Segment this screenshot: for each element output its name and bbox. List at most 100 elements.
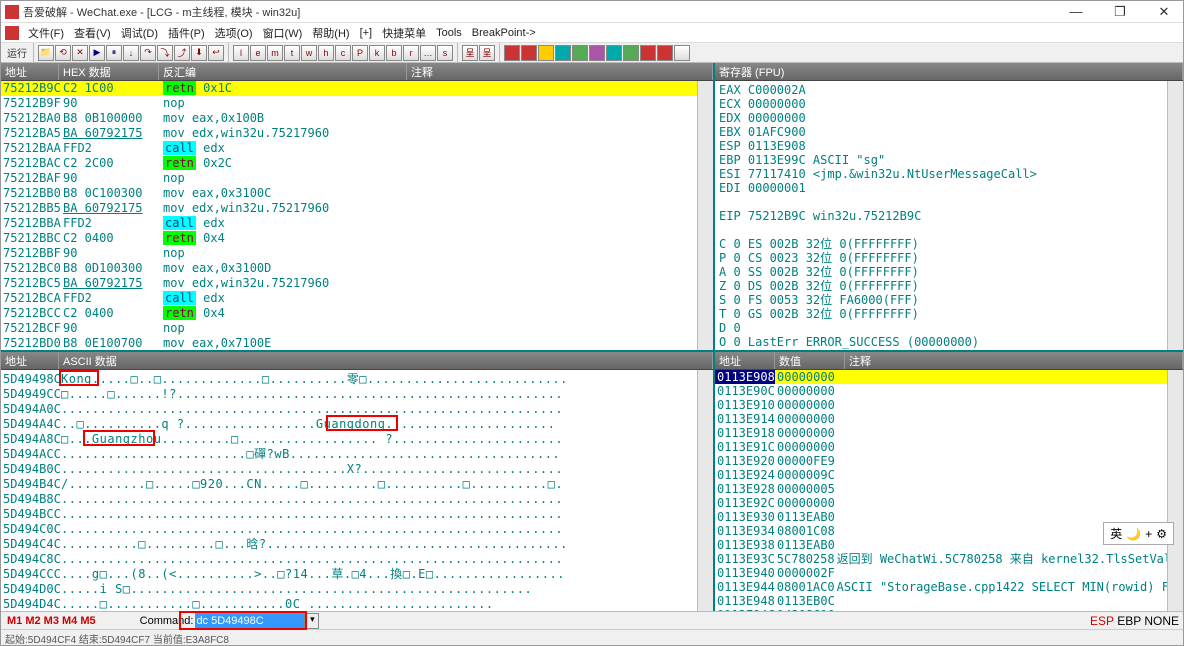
gear-icon[interactable]: ⚙ xyxy=(1156,527,1167,541)
maximize-button[interactable]: ❐ xyxy=(1105,4,1135,20)
menu-breakpoint[interactable]: BreakPoint-> xyxy=(467,27,541,39)
sb-m1-m5[interactable]: M1 M2 M3 M4 M5 xyxy=(5,615,98,627)
tool-trace2-icon[interactable]: ⤴ xyxy=(174,45,190,61)
tool-restart-icon[interactable]: ⟲ xyxy=(55,45,71,61)
dump-scrollbar[interactable] xyxy=(697,370,713,611)
stack-row[interactable]: 0113E90C00000000 xyxy=(715,384,1167,398)
clr-green2[interactable] xyxy=(623,45,639,61)
hdr-hex[interactable]: HEX 数据 xyxy=(59,63,159,80)
reg-scrollbar[interactable] xyxy=(1167,81,1183,350)
reg-line[interactable]: ESI 77117410 <jmp.&win32u.NtUserMessageC… xyxy=(719,167,1163,181)
cpu-row[interactable]: 75212BC5BA 60792175mov edx,win32u.752179… xyxy=(1,276,697,291)
cpu-row[interactable]: 75212BCF90nop xyxy=(1,321,697,336)
dump-row[interactable]: 5D494A0C................................… xyxy=(3,402,695,417)
cpu-row[interactable]: 75212BB0B8 0C100300mov eax,0x3100C xyxy=(1,186,697,201)
reg-line[interactable]: ESP 0113E908 xyxy=(719,139,1163,153)
stack-row[interactable]: 0113E94408001AC0ASCII "StorageBase.cpp14… xyxy=(715,580,1167,594)
dump-row[interactable]: 5D494A8C□...Guangzhou.........□.........… xyxy=(3,432,695,447)
menu-tools[interactable]: Tools xyxy=(431,27,467,39)
dump-row[interactable]: 5D494A4C..□..........q ?................… xyxy=(3,417,695,432)
stack-row[interactable]: 0113E91400000000 xyxy=(715,412,1167,426)
menu-window[interactable]: 窗口(W) xyxy=(258,25,308,41)
ime-float[interactable]: 英 🌙 + ⚙ xyxy=(1103,522,1174,545)
reg-line[interactable]: S 0 FS 0053 32位 FA6000(FFF) xyxy=(719,293,1163,307)
tool-open-icon[interactable]: 📁 xyxy=(38,45,54,61)
stack-row[interactable]: 0113E91000000000 xyxy=(715,398,1167,412)
cpu-row[interactable]: 75212BC0B8 0D100300mov eax,0x3100D xyxy=(1,261,697,276)
reg-line[interactable] xyxy=(719,195,1163,209)
register-pane[interactable]: 寄存器 (FPU) EAX C000002AECX 00000000EDX 00… xyxy=(715,63,1183,350)
moon-icon[interactable]: 🌙 xyxy=(1126,527,1141,541)
clr-red[interactable] xyxy=(504,45,520,61)
cpu-row[interactable]: 75212BA0B8 0B100000mov eax,0x100B xyxy=(1,111,697,126)
reg-line[interactable]: T 0 GS 002B 32位 0(FFFFFFFF) xyxy=(719,307,1163,321)
dump-row[interactable]: 5D494D4C.....□...........□...........0C … xyxy=(3,597,695,611)
dump-row[interactable]: 5D494BCC................................… xyxy=(3,507,695,522)
tool-run-icon[interactable]: ▶ xyxy=(89,45,105,61)
btn-h[interactable]: h xyxy=(318,45,334,61)
stack-row[interactable]: 0113E9380113EAB0 xyxy=(715,538,1167,552)
dump-row[interactable]: 5D494CCC....g□...(8..(<..........>..□?14… xyxy=(3,567,695,582)
reg-line[interactable]: C 0 ES 002B 32位 0(FFFFFFFF) xyxy=(719,237,1163,251)
tool-stepover-icon[interactable]: ↷ xyxy=(140,45,156,61)
reg-line[interactable]: EIP 75212B9C win32u.75212B9C xyxy=(719,209,1163,223)
plus-icon[interactable]: + xyxy=(1145,527,1152,541)
dump-row[interactable]: 5D4949CC□.....□......!?.................… xyxy=(3,387,695,402)
menu-file[interactable]: 文件(F) xyxy=(23,25,69,41)
btn-l[interactable]: l xyxy=(233,45,249,61)
clr-purple[interactable] xyxy=(589,45,605,61)
btn-script2[interactable]: 呈 xyxy=(479,45,495,61)
stack-row[interactable]: 0113E92C00000000 xyxy=(715,496,1167,510)
stack-row[interactable]: 0113E92000000FE9 xyxy=(715,454,1167,468)
stack-row[interactable]: 0113E92800000005 xyxy=(715,482,1167,496)
clr-red3[interactable] xyxy=(640,45,656,61)
clr-yellow[interactable] xyxy=(538,45,554,61)
close-button[interactable]: ✕ xyxy=(1149,4,1179,20)
tool-pause-icon[interactable]: ⏸ xyxy=(106,45,122,61)
cpu-row[interactable]: 75212BBCC2 0400retn 0x4 xyxy=(1,231,697,246)
btn-script1[interactable]: 呈 xyxy=(462,45,478,61)
hdr-addr[interactable]: 地址 xyxy=(1,63,59,80)
stack-row[interactable]: 0113E9480113EB0C xyxy=(715,594,1167,608)
stack-row[interactable]: 0113E93C5C780258返回到 WeChatWi.5C780258 来自… xyxy=(715,552,1167,566)
cpu-row[interactable]: 75212BBF90nop xyxy=(1,246,697,261)
tool-ret-icon[interactable]: ↩ xyxy=(208,45,224,61)
cpu-scrollbar[interactable] xyxy=(697,81,713,350)
reg-line[interactable]: P 0 CS 0023 32位 0(FFFFFFFF) xyxy=(719,251,1163,265)
reg-line[interactable]: Z 0 DS 002B 32位 0(FFFFFFFF) xyxy=(719,279,1163,293)
cpu-row[interactable]: 75212BA5BA 60792175mov edx,win32u.752179… xyxy=(1,126,697,141)
cpu-row[interactable]: 75212BAAFFD2call edx xyxy=(1,141,697,156)
reg-line[interactable]: EBP 0113E99C ASCII "sg" xyxy=(719,153,1163,167)
cpu-row[interactable]: 75212BB5BA 60792175mov edx,win32u.752179… xyxy=(1,201,697,216)
tool-until-icon[interactable]: ⬇ xyxy=(191,45,207,61)
menu-view[interactable]: 查看(V) xyxy=(69,25,116,41)
reg-line[interactable] xyxy=(719,223,1163,237)
dump-row[interactable]: 5D494B4C/..........□.....□920...CN.....□… xyxy=(3,477,695,492)
cpu-row[interactable]: 75212B9F90nop xyxy=(1,96,697,111)
stack-row[interactable]: 0113E91C00000000 xyxy=(715,440,1167,454)
dump-row[interactable]: 5D494C0C................................… xyxy=(3,522,695,537)
stack-scrollbar[interactable] xyxy=(1167,370,1183,611)
btn-dots[interactable]: … xyxy=(420,45,436,61)
hdr-dump-data[interactable]: ASCII 数据 xyxy=(59,352,713,369)
btn-r[interactable]: r xyxy=(403,45,419,61)
hdr-reg[interactable]: 寄存器 (FPU) xyxy=(715,63,1183,80)
clr-cyan2[interactable] xyxy=(606,45,622,61)
tool-trace1-icon[interactable]: ⤵ xyxy=(157,45,173,61)
dump-pane[interactable]: 地址 ASCII 数据 5D49498CKong.....□..□.......… xyxy=(1,352,715,611)
reg-line[interactable]: EDX 00000000 xyxy=(719,111,1163,125)
dump-row[interactable]: 5D494C4C..........□.........□...晗?......… xyxy=(3,537,695,552)
hdr-stack-addr[interactable]: 地址 xyxy=(715,352,775,369)
reg-line[interactable] xyxy=(719,349,1163,350)
btn-e[interactable]: e xyxy=(250,45,266,61)
stack-row[interactable]: 0113E9300113EAB0 xyxy=(715,510,1167,524)
reg-line[interactable]: EDI 00000001 xyxy=(719,181,1163,195)
stack-pane[interactable]: 地址 数值 注释 0113E908000000000113E90C0000000… xyxy=(715,352,1183,611)
btn-p[interactable]: P xyxy=(352,45,368,61)
clr-gray[interactable] xyxy=(674,45,690,61)
ime-lang[interactable]: 英 xyxy=(1110,525,1122,542)
btn-c[interactable]: c xyxy=(335,45,351,61)
cpu-row[interactable]: 75212BD0B8 0E100700mov eax,0x7100E xyxy=(1,336,697,350)
menu-plus[interactable]: [+] xyxy=(355,27,378,39)
btn-w[interactable]: w xyxy=(301,45,317,61)
